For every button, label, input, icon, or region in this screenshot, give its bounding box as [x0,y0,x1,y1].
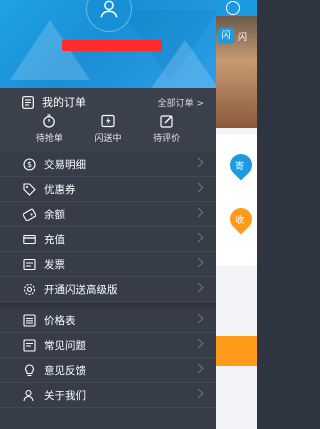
lightbulb-icon [24,363,34,376]
tab-awaiting-pickup[interactable]: 待抢单 [24,114,74,150]
tab-in-delivery-label: 闪送中 [94,134,122,144]
chevron-right-icon [193,363,204,374]
chevron-right-icon [193,182,204,193]
chevron-right-icon [193,388,204,399]
tag-icon [22,182,36,196]
menu-item-label: 价格表 [44,314,76,327]
stopwatch-icon [43,114,56,128]
navigation-drawer: 我的订单 全部订单 > 待抢单 闪送中 待评价 $ 交易明细 优惠券 余额 充值… [0,0,216,429]
menu-item-feedback[interactable]: 意见反馈 [0,358,216,383]
chevron-right-icon [193,313,204,324]
menu-item-label: 发票 [44,258,65,271]
edit-icon [160,115,173,128]
svg-text:$: $ [26,160,31,169]
menu-item-label: 开通闪送高级版 [44,283,118,296]
menu-item-balance[interactable]: 余额 [0,202,216,227]
my-orders-title-row[interactable]: 我的订单 [22,94,86,110]
username-redacted [62,40,162,51]
pin-receive-icon: 收 [225,203,257,235]
send-card[interactable]: 寄 [216,134,257,204]
menu-item-transactions[interactable]: $ 交易明细 [0,152,216,177]
wallet-icon [22,208,36,221]
invoice-icon [22,258,36,270]
peek-banner-image[interactable]: 闪 闪 [216,16,257,128]
app-logo-icon: 闪 [218,28,234,44]
all-orders-link[interactable]: 全部订单 > [158,96,204,109]
menu-item-about[interactable]: 关于我们 [0,383,216,408]
menu-item-label: 关于我们 [44,389,86,402]
menu-item-label: 交易明细 [44,158,86,171]
chevron-right-icon [193,157,204,168]
dollar-circle-icon: $ [22,157,36,171]
tab-to-review-label: 待评价 [153,134,181,144]
banner-text: 闪 [238,33,248,43]
menu-item-label: 优惠券 [44,183,76,196]
question-doc-icon [22,338,36,352]
menu-item-faq[interactable]: 常见问题 [0,333,216,358]
menu-item-label: 充值 [44,233,65,246]
lightning-box-icon [101,114,115,128]
chevron-right-icon [193,232,204,243]
menu-item-price-list[interactable]: 价格表 [0,308,216,333]
pin-send-icon: 寄 [225,149,257,181]
menu-item-label: 余额 [44,208,65,221]
menu-item-recharge[interactable]: 充值 [0,227,216,252]
chevron-right-icon [193,338,204,349]
person-icon [22,389,34,401]
menu-item-label: 常见问题 [44,339,86,352]
peek-action-button[interactable] [216,336,257,366]
card-icon [22,234,36,244]
user-icon [100,0,118,18]
menu-item-coupons[interactable]: 优惠券 [0,177,216,202]
gear-icon [23,283,35,295]
receive-card[interactable]: 收 [216,196,257,266]
chevron-right-icon [193,257,204,268]
chevron-right-icon [193,282,204,293]
menu-item-label: 意见反馈 [44,364,86,377]
my-orders-section: 我的订单 全部订单 > 待抢单 闪送中 待评价 [0,88,216,152]
drawer-menu: $ 交易明细 优惠券 余额 充值 发票 开通闪送高级版 价格表 常见问题 意见反… [0,152,216,408]
user-circle-icon[interactable] [226,1,240,15]
tab-awaiting-pickup-label: 待抢单 [35,134,63,144]
tab-to-review[interactable]: 待评价 [142,114,192,150]
chevron-right-icon [193,207,204,218]
list-icon [22,313,36,327]
orders-list-icon [22,95,34,109]
profile-header [0,0,216,88]
my-orders-label: 我的订单 [42,96,86,109]
peek-top-bar [216,0,257,16]
underlying-page-edge[interactable]: 闪 闪 寄 收 [216,0,257,429]
menu-item-invoice[interactable]: 发票 [0,252,216,277]
tab-in-delivery[interactable]: 闪送中 [83,114,133,150]
order-status-tabs: 待抢单 闪送中 待评价 [0,114,216,150]
menu-item-premium[interactable]: 开通闪送高级版 [0,277,216,302]
